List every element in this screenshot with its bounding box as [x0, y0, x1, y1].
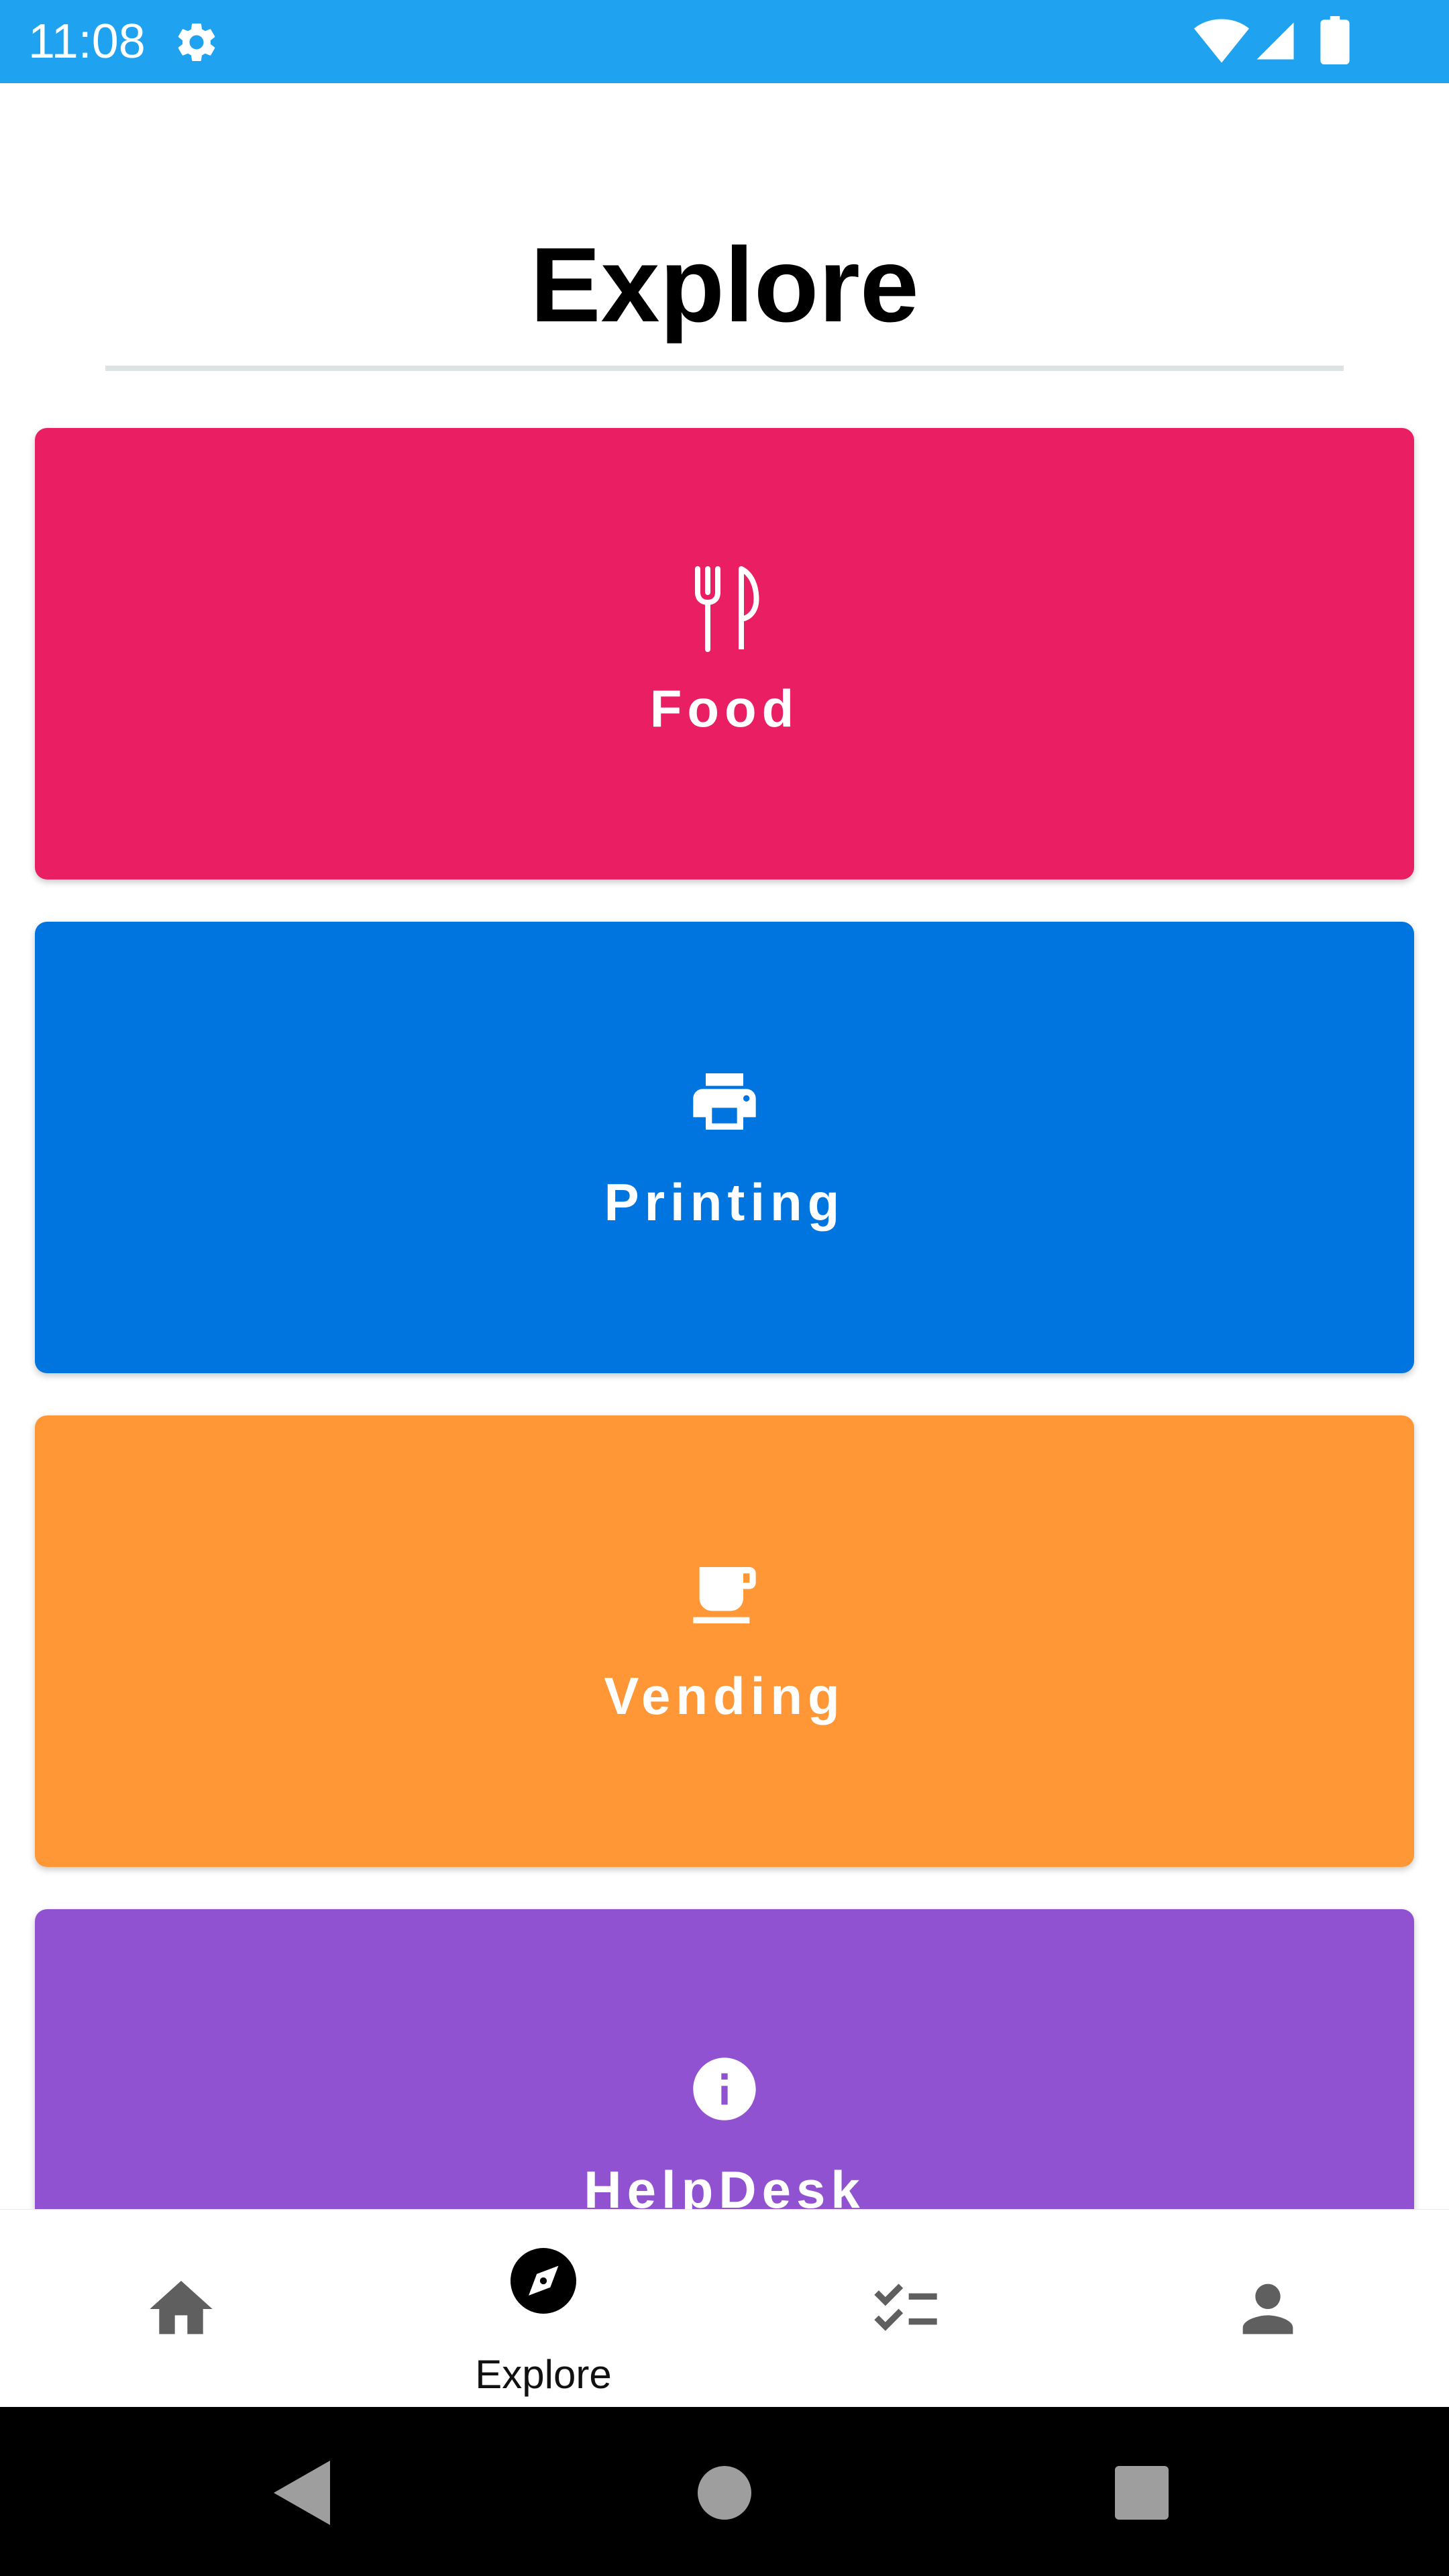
card-label: Food: [649, 679, 800, 738]
printing-card[interactable]: Printing: [35, 922, 1414, 1373]
card-label: HelpDesk: [584, 2160, 865, 2209]
nav-item-explore[interactable]: Explore: [362, 2210, 724, 2408]
person-icon: [1087, 2271, 1449, 2349]
printer-icon: [35, 1064, 1414, 1142]
checklist-icon: [724, 2271, 1087, 2349]
compass-icon: [362, 2243, 724, 2321]
page-title: Explore: [530, 226, 919, 344]
food-card[interactable]: Food: [35, 428, 1414, 879]
bottom-navigation: Explore: [0, 2209, 1449, 2408]
coffee-cup-icon: [35, 1558, 1414, 1635]
home-circle-icon[interactable]: [698, 2466, 751, 2522]
nav-item-home[interactable]: [0, 2210, 362, 2408]
back-icon[interactable]: [274, 2461, 330, 2528]
info-icon: [35, 2051, 1414, 2129]
home-icon: [0, 2271, 362, 2349]
nav-item-tasks[interactable]: [724, 2210, 1087, 2408]
recents-icon[interactable]: [1115, 2466, 1169, 2522]
utensils-icon: [35, 566, 1414, 655]
nav-label-explore: Explore: [475, 2352, 612, 2397]
system-navigation-bar: [0, 2407, 1449, 2576]
card-label: Printing: [604, 1173, 845, 1232]
vending-card[interactable]: Vending: [35, 1415, 1414, 1867]
card-label: Vending: [604, 1666, 845, 1725]
title-divider: [105, 366, 1344, 371]
helpdesk-card[interactable]: HelpDesk: [35, 1909, 1414, 2209]
explore-content[interactable]: Explore Food Printing Vending HelpDesk: [0, 0, 1449, 2209]
nav-item-profile[interactable]: [1087, 2210, 1449, 2408]
